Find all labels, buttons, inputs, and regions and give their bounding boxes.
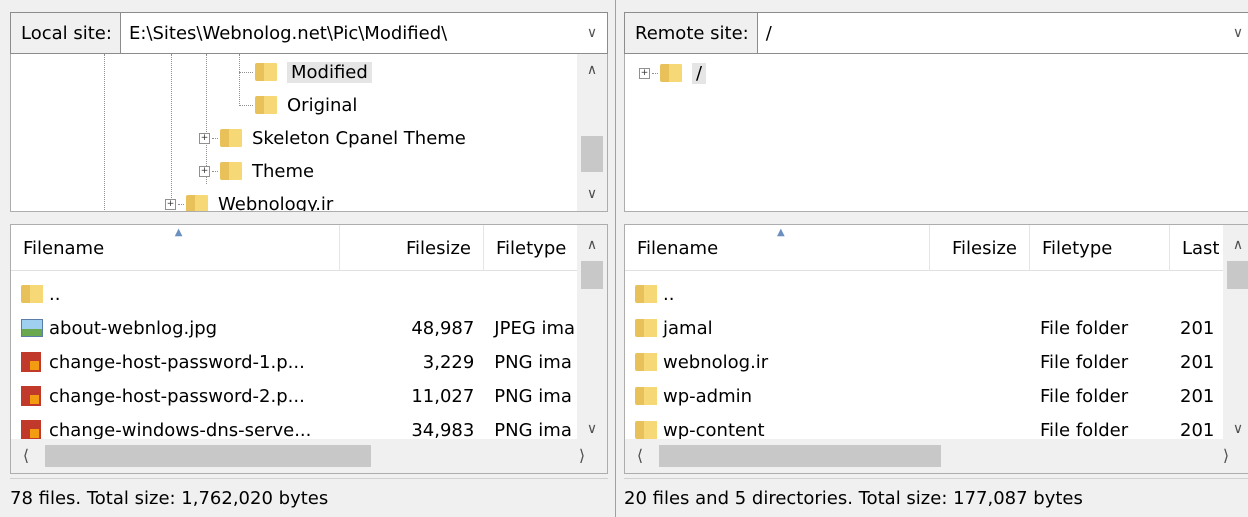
plus-box-icon[interactable]: +	[199, 165, 210, 177]
folder-icon	[220, 161, 242, 181]
tree-node-label: /	[692, 62, 707, 84]
folder-icon	[635, 386, 657, 406]
local-pane: Local site: E:\Sites\Webnolog.net\Pic\Mo…	[0, 0, 612, 517]
local-file-list-header: Filename ▲ Filesize Filetype	[11, 225, 577, 271]
remote-site-label: Remote site:	[625, 13, 758, 53]
local-directory-tree: Modified Original + Skeleton Cpanel Them…	[10, 54, 608, 212]
png-image-icon	[21, 352, 41, 372]
scrollbar-thumb[interactable]	[659, 445, 941, 467]
plus-box-icon[interactable]: +	[639, 67, 650, 79]
table-row[interactable]: change-host-password-2.p... 11,027 PNG i…	[11, 379, 577, 413]
local-site-label: Local site:	[11, 13, 121, 53]
folder-icon	[255, 95, 277, 115]
tree-node-modified[interactable]: Modified	[239, 57, 372, 87]
table-row[interactable]: webnolog.ir File folder 201	[625, 345, 1223, 379]
plus-box-icon[interactable]: +	[199, 132, 210, 144]
folder-icon	[635, 420, 657, 440]
folder-icon	[21, 284, 43, 304]
png-image-icon	[21, 386, 41, 406]
folder-icon	[255, 62, 277, 82]
chevron-right-icon[interactable]: ⟩	[1211, 439, 1241, 473]
remote-vertical-scrollbar[interactable]: ∧ ∨	[1223, 225, 1248, 441]
remote-site-path-input[interactable]: /	[758, 23, 1223, 44]
column-filesize[interactable]: Filesize	[340, 225, 484, 271]
sort-ascending-icon: ▲	[777, 227, 785, 238]
remote-file-rows: .. jamal File folder 201 webnolog.ir Fil…	[625, 277, 1223, 447]
chevron-down-icon[interactable]: ∨	[577, 25, 607, 41]
tree-vertical-scrollbar[interactable]: ∧ ∨	[577, 54, 607, 211]
local-status-bar: 78 files. Total size: 1,762,020 bytes	[10, 478, 608, 517]
tree-node-label: Modified	[287, 61, 372, 83]
tree-node-label: Webnology.ir	[218, 193, 334, 212]
scrollbar-thumb[interactable]	[45, 445, 371, 467]
scrollbar-thumb[interactable]	[581, 136, 603, 172]
tree-guide-line	[104, 54, 105, 211]
table-row[interactable]: jamal File folder 201	[625, 311, 1223, 345]
local-horizontal-scrollbar[interactable]: ⟨ ⟩	[11, 439, 607, 473]
remote-site-bar: Remote site: / ∨	[624, 12, 1248, 54]
column-filetype[interactable]: Filetype	[1030, 225, 1170, 271]
local-site-path-input[interactable]: E:\Sites\Webnolog.net\Pic\Modified\	[121, 23, 577, 44]
chevron-down-icon[interactable]: ∨	[1223, 421, 1248, 437]
scrollbar-thumb[interactable]	[581, 261, 603, 289]
png-image-icon	[21, 420, 41, 440]
table-row[interactable]: wp-admin File folder 201	[625, 379, 1223, 413]
scrollbar-thumb[interactable]	[1227, 261, 1248, 289]
tree-node-webnology-ir[interactable]: + Webnology.ir	[165, 189, 334, 212]
chevron-up-icon[interactable]: ∧	[577, 237, 607, 253]
tree-node-root[interactable]: + /	[639, 58, 707, 88]
column-last-modified[interactable]: Last	[1170, 225, 1221, 271]
jpeg-image-icon	[21, 319, 43, 337]
sort-ascending-icon: ▲	[174, 227, 183, 238]
table-row[interactable]: change-host-password-1.p... 3,229 PNG im…	[11, 345, 577, 379]
local-file-rows: .. about-webnlog.jpg 48,987 JPEG ima cha…	[11, 277, 577, 447]
tree-node-label: Original	[287, 94, 358, 116]
local-site-bar: Local site: E:\Sites\Webnolog.net\Pic\Mo…	[10, 12, 608, 54]
chevron-left-icon[interactable]: ⟨	[625, 439, 655, 473]
chevron-up-icon[interactable]: ∧	[577, 62, 607, 78]
pane-splitter[interactable]	[612, 0, 622, 517]
chevron-down-icon[interactable]: ∨	[1223, 25, 1248, 41]
local-vertical-scrollbar[interactable]: ∧ ∨	[577, 225, 607, 441]
folder-icon	[635, 284, 657, 304]
table-row[interactable]: ..	[11, 277, 577, 311]
column-filename[interactable]: Filename ▲	[11, 225, 340, 271]
tree-node-theme[interactable]: + Theme	[199, 156, 314, 186]
tree-node-skeleton-cpanel-theme[interactable]: + Skeleton Cpanel Theme	[199, 123, 466, 153]
chevron-left-icon[interactable]: ⟨	[11, 439, 41, 473]
folder-icon	[220, 128, 242, 148]
folder-icon	[186, 194, 208, 211]
tree-node-original[interactable]: Original	[239, 90, 357, 120]
local-file-list: Filename ▲ Filesize Filetype .. about-we…	[10, 224, 608, 474]
remote-file-list: Filename ▲ Filesize Filetype Last .. jam…	[624, 224, 1248, 474]
folder-icon	[635, 318, 657, 338]
folder-icon	[660, 63, 682, 83]
table-row[interactable]: about-webnlog.jpg 48,987 JPEG ima	[11, 311, 577, 345]
plus-box-icon[interactable]: +	[165, 198, 176, 210]
chevron-up-icon[interactable]: ∧	[1223, 237, 1248, 253]
remote-directory-tree: + /	[624, 54, 1248, 212]
chevron-down-icon[interactable]: ∨	[577, 186, 607, 202]
column-filetype[interactable]: Filetype	[484, 225, 577, 271]
remote-horizontal-scrollbar[interactable]: ⟨ ⟩	[625, 439, 1248, 473]
remote-status-bar: 20 files and 5 directories. Total size: …	[624, 478, 1248, 517]
tree-node-label: Skeleton Cpanel Theme	[252, 127, 466, 149]
chevron-down-icon[interactable]: ∨	[577, 421, 607, 437]
chevron-right-icon[interactable]: ⟩	[567, 439, 597, 473]
table-row[interactable]: ..	[625, 277, 1223, 311]
tree-node-label: Theme	[252, 160, 315, 182]
folder-icon	[635, 352, 657, 372]
remote-file-list-header: Filename ▲ Filesize Filetype Last	[625, 225, 1223, 271]
column-filesize[interactable]: Filesize	[930, 225, 1030, 271]
column-filename[interactable]: Filename ▲	[625, 225, 930, 271]
remote-pane: Remote site: / ∨ + / Filename ▲ Filesize…	[622, 0, 1248, 517]
